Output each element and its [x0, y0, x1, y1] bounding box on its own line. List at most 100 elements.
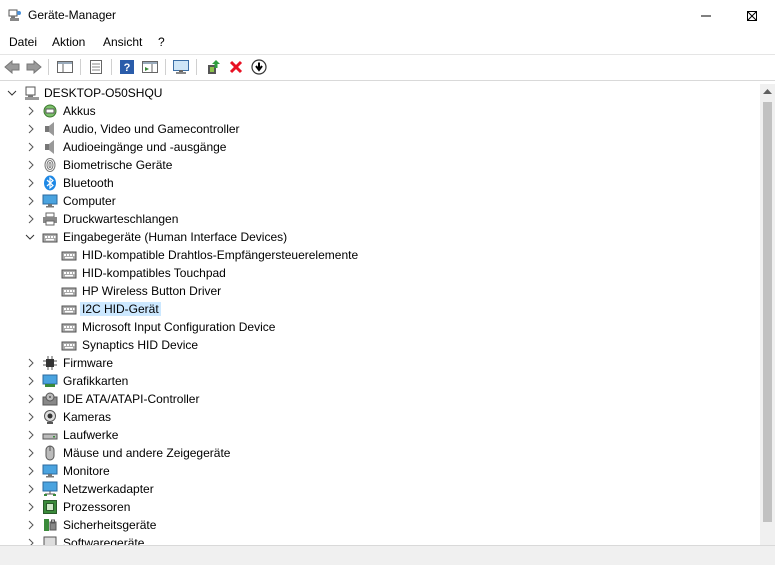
- chevron-right-icon[interactable]: [26, 376, 36, 386]
- tree-item-label: Sicherheitsgeräte: [63, 518, 157, 532]
- svg-text:?: ?: [124, 62, 131, 74]
- tree-item-computer[interactable]: Computer: [0, 192, 760, 210]
- tree-item-monitors[interactable]: Monitore: [0, 462, 760, 480]
- tree-item-audio-video[interactable]: Audio, Video und Gamecontroller: [0, 120, 760, 138]
- chevron-right-icon[interactable]: [26, 142, 36, 152]
- tree-item-security[interactable]: Sicherheitsgeräte: [0, 516, 760, 534]
- scroll-up-icon[interactable]: [763, 88, 772, 94]
- tree-item-label: IDE ATA/ATAPI-Controller: [63, 392, 200, 406]
- chevron-right-icon[interactable]: [26, 178, 36, 188]
- uninstall-device-button[interactable]: [227, 58, 245, 76]
- speaker-icon: [45, 140, 54, 154]
- menu-bar: Datei Aktion Ansicht ?: [0, 31, 775, 53]
- tree-item-label: Synaptics HID Device: [82, 338, 199, 352]
- disk-controller-icon: [42, 392, 58, 406]
- tree-item-mice[interactable]: Mäuse und andere Zeigegeräte: [0, 444, 760, 462]
- tree-item-cameras[interactable]: Kameras: [0, 408, 760, 426]
- tree-item-label: Akkus: [63, 104, 96, 118]
- chevron-down-icon[interactable]: [7, 88, 17, 98]
- hid-icon: [61, 269, 77, 279]
- tree-item-hid[interactable]: Eingabegeräte (Human Interface Devices): [0, 228, 760, 246]
- minimize-button[interactable]: [683, 0, 729, 31]
- chevron-right-icon[interactable]: [26, 520, 36, 530]
- window-title: Geräte-Manager: [28, 8, 117, 22]
- tree-item-ide-ata[interactable]: IDE ATA/ATAPI-Controller: [0, 390, 760, 408]
- update-driver-icon: [208, 60, 220, 74]
- scan-hardware-button[interactable]: [172, 58, 190, 76]
- chevron-right-icon[interactable]: [26, 358, 36, 368]
- chevron-right-icon[interactable]: [26, 412, 36, 422]
- help-button[interactable]: ?: [118, 58, 136, 76]
- chevron-right-icon[interactable]: [26, 160, 36, 170]
- hid-icon: [61, 287, 77, 297]
- chevron-right-icon[interactable]: [26, 538, 36, 545]
- chevron-right-icon[interactable]: [26, 466, 36, 476]
- tree-item-biometric[interactable]: Biometrische Geräte: [0, 156, 760, 174]
- tree-item-label: Audio, Video und Gamecontroller: [63, 122, 240, 136]
- device-tree[interactable]: DESKTOP-O50SHQU Akkus Audio, Video und G…: [0, 84, 760, 545]
- hid-icon: [61, 323, 77, 333]
- status-bar: [0, 545, 775, 565]
- network-icon: [42, 481, 58, 496]
- chevron-right-icon[interactable]: [26, 196, 36, 206]
- tree-item-synaptics-hid[interactable]: Synaptics HID Device: [0, 336, 760, 354]
- chevron-right-icon[interactable]: [26, 124, 36, 134]
- speaker-icon: [45, 122, 54, 136]
- menu-help[interactable]: ?: [158, 35, 165, 49]
- tree-item-hid-wireless-receiver[interactable]: HID-kompatible Drahtlos-Empfängersteuere…: [0, 246, 760, 264]
- scrollbar-thumb[interactable]: [763, 102, 772, 522]
- uninstall-device-icon: [229, 60, 243, 74]
- tree-item-label: Grafikkarten: [63, 374, 129, 388]
- disable-device-icon: [251, 59, 267, 75]
- display-adapter-icon: [42, 374, 58, 387]
- monitor-icon: [42, 464, 58, 478]
- tree-item-network[interactable]: Netzwerkadapter: [0, 480, 760, 498]
- menu-datei[interactable]: Datei: [9, 35, 37, 49]
- chevron-right-icon[interactable]: [26, 430, 36, 440]
- menu-aktion[interactable]: Aktion: [52, 35, 85, 49]
- chevron-right-icon[interactable]: [26, 502, 36, 512]
- menu-ansicht[interactable]: Ansicht: [103, 35, 142, 49]
- security-icon: [44, 519, 57, 531]
- tree-item-firmware[interactable]: Firmware: [0, 354, 760, 372]
- console-tree-icon: [57, 61, 73, 73]
- chevron-right-icon[interactable]: [26, 394, 36, 404]
- chevron-right-icon[interactable]: [26, 214, 36, 224]
- chevron-down-icon[interactable]: [25, 232, 35, 242]
- tree-item-audio-io[interactable]: Audioeingänge und -ausgänge: [0, 138, 760, 156]
- chevron-right-icon[interactable]: [26, 106, 36, 116]
- fingerprint-icon: [44, 158, 56, 172]
- properties-button[interactable]: [87, 58, 105, 76]
- tree-item-drives[interactable]: Laufwerke: [0, 426, 760, 444]
- tree-item-ms-input-config[interactable]: Microsoft Input Configuration Device: [0, 318, 760, 336]
- tree-item-processors[interactable]: Prozessoren: [0, 498, 760, 516]
- close-button[interactable]: [729, 0, 775, 31]
- tree-item-label: HP Wireless Button Driver: [82, 284, 222, 298]
- tree-item-hid-touchpad[interactable]: HID-kompatibles Touchpad: [0, 264, 760, 282]
- tree-item-label: Audioeingänge und -ausgänge: [63, 140, 227, 154]
- vertical-scrollbar[interactable]: [760, 84, 775, 545]
- mouse-icon: [45, 445, 55, 461]
- tree-item-bluetooth[interactable]: Bluetooth: [0, 174, 760, 192]
- tree-item-print-queues[interactable]: Druckwarteschlangen: [0, 210, 760, 228]
- disable-device-button[interactable]: [250, 58, 268, 76]
- tree-item-i2c-hid[interactable]: I2C HID-Gerät: [0, 300, 760, 318]
- tree-item-label: Netzwerkadapter: [63, 482, 154, 496]
- show-hide-console-tree-button[interactable]: [56, 58, 74, 76]
- help-icon: ?: [120, 60, 134, 74]
- chevron-right-icon[interactable]: [26, 484, 36, 494]
- tree-item-graphics[interactable]: Grafikkarten: [0, 372, 760, 390]
- update-driver-button[interactable]: [204, 58, 222, 76]
- tree-item-software-devices[interactable]: Softwaregeräte: [0, 534, 760, 545]
- action-pane-button[interactable]: [141, 58, 159, 76]
- tree-root[interactable]: DESKTOP-O50SHQU: [0, 84, 760, 102]
- tree-item-hp-wireless-button[interactable]: HP Wireless Button Driver: [0, 282, 760, 300]
- close-icon: [747, 10, 757, 21]
- tree-item-label: Druckwarteschlangen: [63, 212, 179, 226]
- back-button[interactable]: [3, 58, 21, 76]
- battery-icon: [43, 104, 57, 118]
- forward-button[interactable]: [25, 58, 43, 76]
- tree-item-akkus[interactable]: Akkus: [0, 102, 760, 120]
- chevron-right-icon[interactable]: [26, 448, 36, 458]
- bluetooth-icon: [44, 175, 56, 191]
